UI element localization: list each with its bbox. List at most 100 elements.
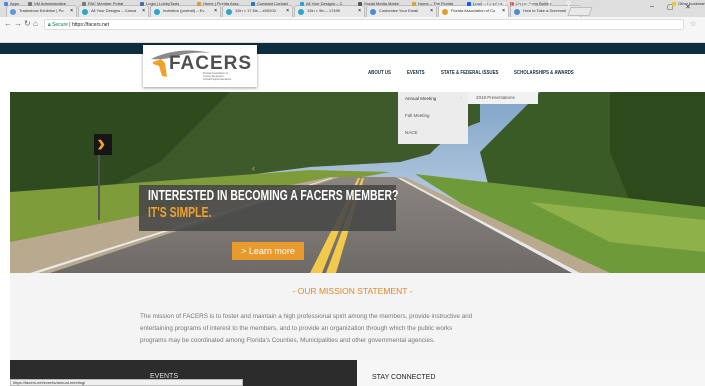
nav-scholarships-awards[interactable]: SCHOLARSHIPS & AWARDS [514, 70, 574, 76]
bookmarks-bar [0, 33, 705, 43]
secure-label: Secure [52, 22, 68, 28]
bookmark-item[interactable]: Home – The Florida [412, 1, 453, 6]
bookmark-favicon-icon [28, 2, 32, 6]
tab-label: Florida Association of Co [451, 8, 496, 13]
stay-connected-heading: STAY CONNECTED [372, 374, 436, 381]
tab-close-icon[interactable]: × [358, 8, 361, 14]
dropdown-annual-meeting[interactable]: Annual Meeting [405, 96, 436, 101]
bookmark-item[interactable]: Constant Contact [251, 1, 288, 6]
bookmark-label: Other bookmarks [678, 1, 705, 6]
tab-label: How to Take a Screensh [523, 8, 567, 13]
mission-line-3: programs may be coordinated among Florid… [140, 337, 435, 344]
nav-about-us[interactable]: ABOUT US [368, 70, 391, 76]
bookmark-label: Login | LobbyTools [146, 1, 180, 6]
browser-tab[interactable]: 12in × 9in – 17499 × [294, 5, 365, 17]
submenu-chevron-icon: › [460, 95, 462, 100]
url-bar[interactable]: 🔒︎ Secure | https://facers.net [44, 19, 684, 30]
bookmark-label: PAC Member Portal [88, 1, 124, 6]
bookmark-item[interactable]: Other bookmarks [672, 1, 705, 6]
tab-label: Customize Your Email [379, 8, 419, 13]
bookmark-favicon-icon [251, 2, 255, 6]
carousel-next-icon[interactable]: › [340, 163, 343, 173]
bookmark-label: Home – The Florida [418, 1, 454, 6]
bookmark-favicon-icon [197, 2, 201, 6]
bookmark-item[interactable]: Login | LobbyTools [140, 1, 179, 6]
carousel-prev-icon[interactable]: ‹ [252, 163, 255, 173]
hero-subheadline: IT'S SIMPLE. [148, 205, 212, 221]
bookmark-favicon-icon [412, 2, 416, 6]
bookmark-label: Constant Contact [257, 1, 288, 6]
bookmark-item[interactable]: Home | Florida Assc [197, 1, 239, 6]
tab-favicon-icon [154, 9, 160, 15]
reload-icon[interactable]: ↻ [24, 19, 31, 28]
dropdown-nace[interactable]: NACE [405, 130, 418, 135]
bookmark-item[interactable]: Apps [4, 1, 19, 6]
bookmark-label: Apps [10, 1, 20, 6]
road-photo [10, 92, 705, 273]
tab-favicon-icon [514, 9, 520, 15]
bookmark-label: Social Media Marke [364, 1, 400, 6]
bookmark-label: All Your Designs – C [306, 1, 343, 6]
bookmark-item[interactable]: Social Media Marke [358, 1, 399, 6]
nav-state-federal-issues[interactable]: STATE & FEDERAL ISSUES [441, 70, 498, 76]
bookmark-item[interactable]: PAC Member Portal [82, 1, 123, 6]
new-tab-button[interactable] [567, 7, 593, 16]
tab-label: All Your Designs – Canva [91, 8, 137, 13]
mission-line-1: The mission of FACERS is to foster and m… [140, 313, 473, 320]
main-nav-bar [0, 54, 705, 92]
store-link[interactable]: ☐ STORE [511, 2, 534, 8]
bookmark-item[interactable]: VM Administrative [28, 1, 66, 6]
dropdown-fall-meeting[interactable]: Fall Meeting [405, 113, 430, 118]
facebook-icon[interactable]: f [548, 1, 550, 8]
nav-events[interactable]: EVENTS [407, 70, 425, 76]
mission-line-2: entertaining programs of interest to the… [140, 325, 453, 332]
forward-icon[interactable]: → [14, 19, 22, 28]
facers-logo[interactable]: FACERS Florida Association of County Eng… [143, 45, 257, 87]
contact-link[interactable]: ☐ CONTACT [476, 2, 506, 8]
browser-tab[interactable]: Invitation (portrait) – Ev × [150, 5, 221, 17]
tab-favicon-icon [442, 9, 448, 15]
learn-more-button[interactable]: > Learn more [232, 242, 304, 260]
bookmark-favicon-icon [4, 2, 8, 6]
tab-close-icon[interactable]: × [142, 8, 145, 14]
sign-chevron-icon: › [97, 129, 106, 157]
url-text: https://facers.net [72, 22, 109, 28]
bookmark-label: Home | Florida Assc [203, 1, 239, 6]
tab-close-icon[interactable]: × [214, 8, 217, 14]
status-bar: https://facers.net/events/annual-meeting… [10, 379, 243, 386]
tab-favicon-icon [370, 9, 376, 15]
home-icon[interactable]: ⌂ [33, 19, 38, 28]
events-dropdown: Annual Meeting › Fall Meeting NACE [398, 92, 468, 144]
minimize-icon[interactable]: – [650, 3, 654, 10]
bookmark-star-icon[interactable]: ☆ [690, 20, 696, 28]
bookmark-favicon-icon [358, 2, 362, 6]
browser-tab[interactable]: 12in × 17.5in – #00200 × [222, 5, 293, 17]
tab-favicon-icon [226, 9, 232, 15]
mission-title: - OUR MISSION STATEMENT - [292, 286, 413, 296]
tab-close-icon[interactable]: × [430, 8, 433, 14]
browser-tab[interactable]: Customize Your Email × [366, 5, 437, 17]
browser-tab[interactable]: All Your Designs – Canva × [78, 5, 149, 17]
tab-label: Tradeshow Exhibitor | Po [19, 8, 64, 13]
stay-connected-section [357, 360, 705, 386]
tab-label: 12in × 9in – 17499 [307, 8, 341, 13]
tab-label: 12in × 17.5in – #00200 [235, 8, 276, 13]
tab-favicon-icon [82, 9, 88, 15]
tab-favicon-icon [298, 9, 304, 15]
tab-close-icon[interactable]: × [502, 8, 505, 14]
search-icon[interactable]: ⚲ [566, 0, 571, 8]
bookmark-favicon-icon [467, 2, 471, 6]
site-top-strip [0, 43, 705, 54]
submenu-2018-presentations[interactable]: 2018 Presentations [468, 92, 538, 104]
tab-favicon-icon [10, 9, 16, 15]
bookmark-favicon-icon [140, 2, 144, 6]
tab-close-icon[interactable]: × [70, 8, 73, 14]
bookmark-favicon-icon [300, 2, 304, 6]
tab-close-icon[interactable]: × [286, 8, 289, 14]
browser-tab[interactable]: Tradeshow Exhibitor | Po × [6, 5, 77, 17]
back-icon[interactable]: ← [4, 19, 12, 28]
bookmark-item[interactable]: All Your Designs – C [300, 1, 342, 6]
chevron-sign: › [94, 129, 112, 157]
hero-headline: INTERESTED IN BECOMING A FACERS MEMBER? [148, 188, 399, 204]
bookmark-favicon-icon [82, 2, 86, 6]
